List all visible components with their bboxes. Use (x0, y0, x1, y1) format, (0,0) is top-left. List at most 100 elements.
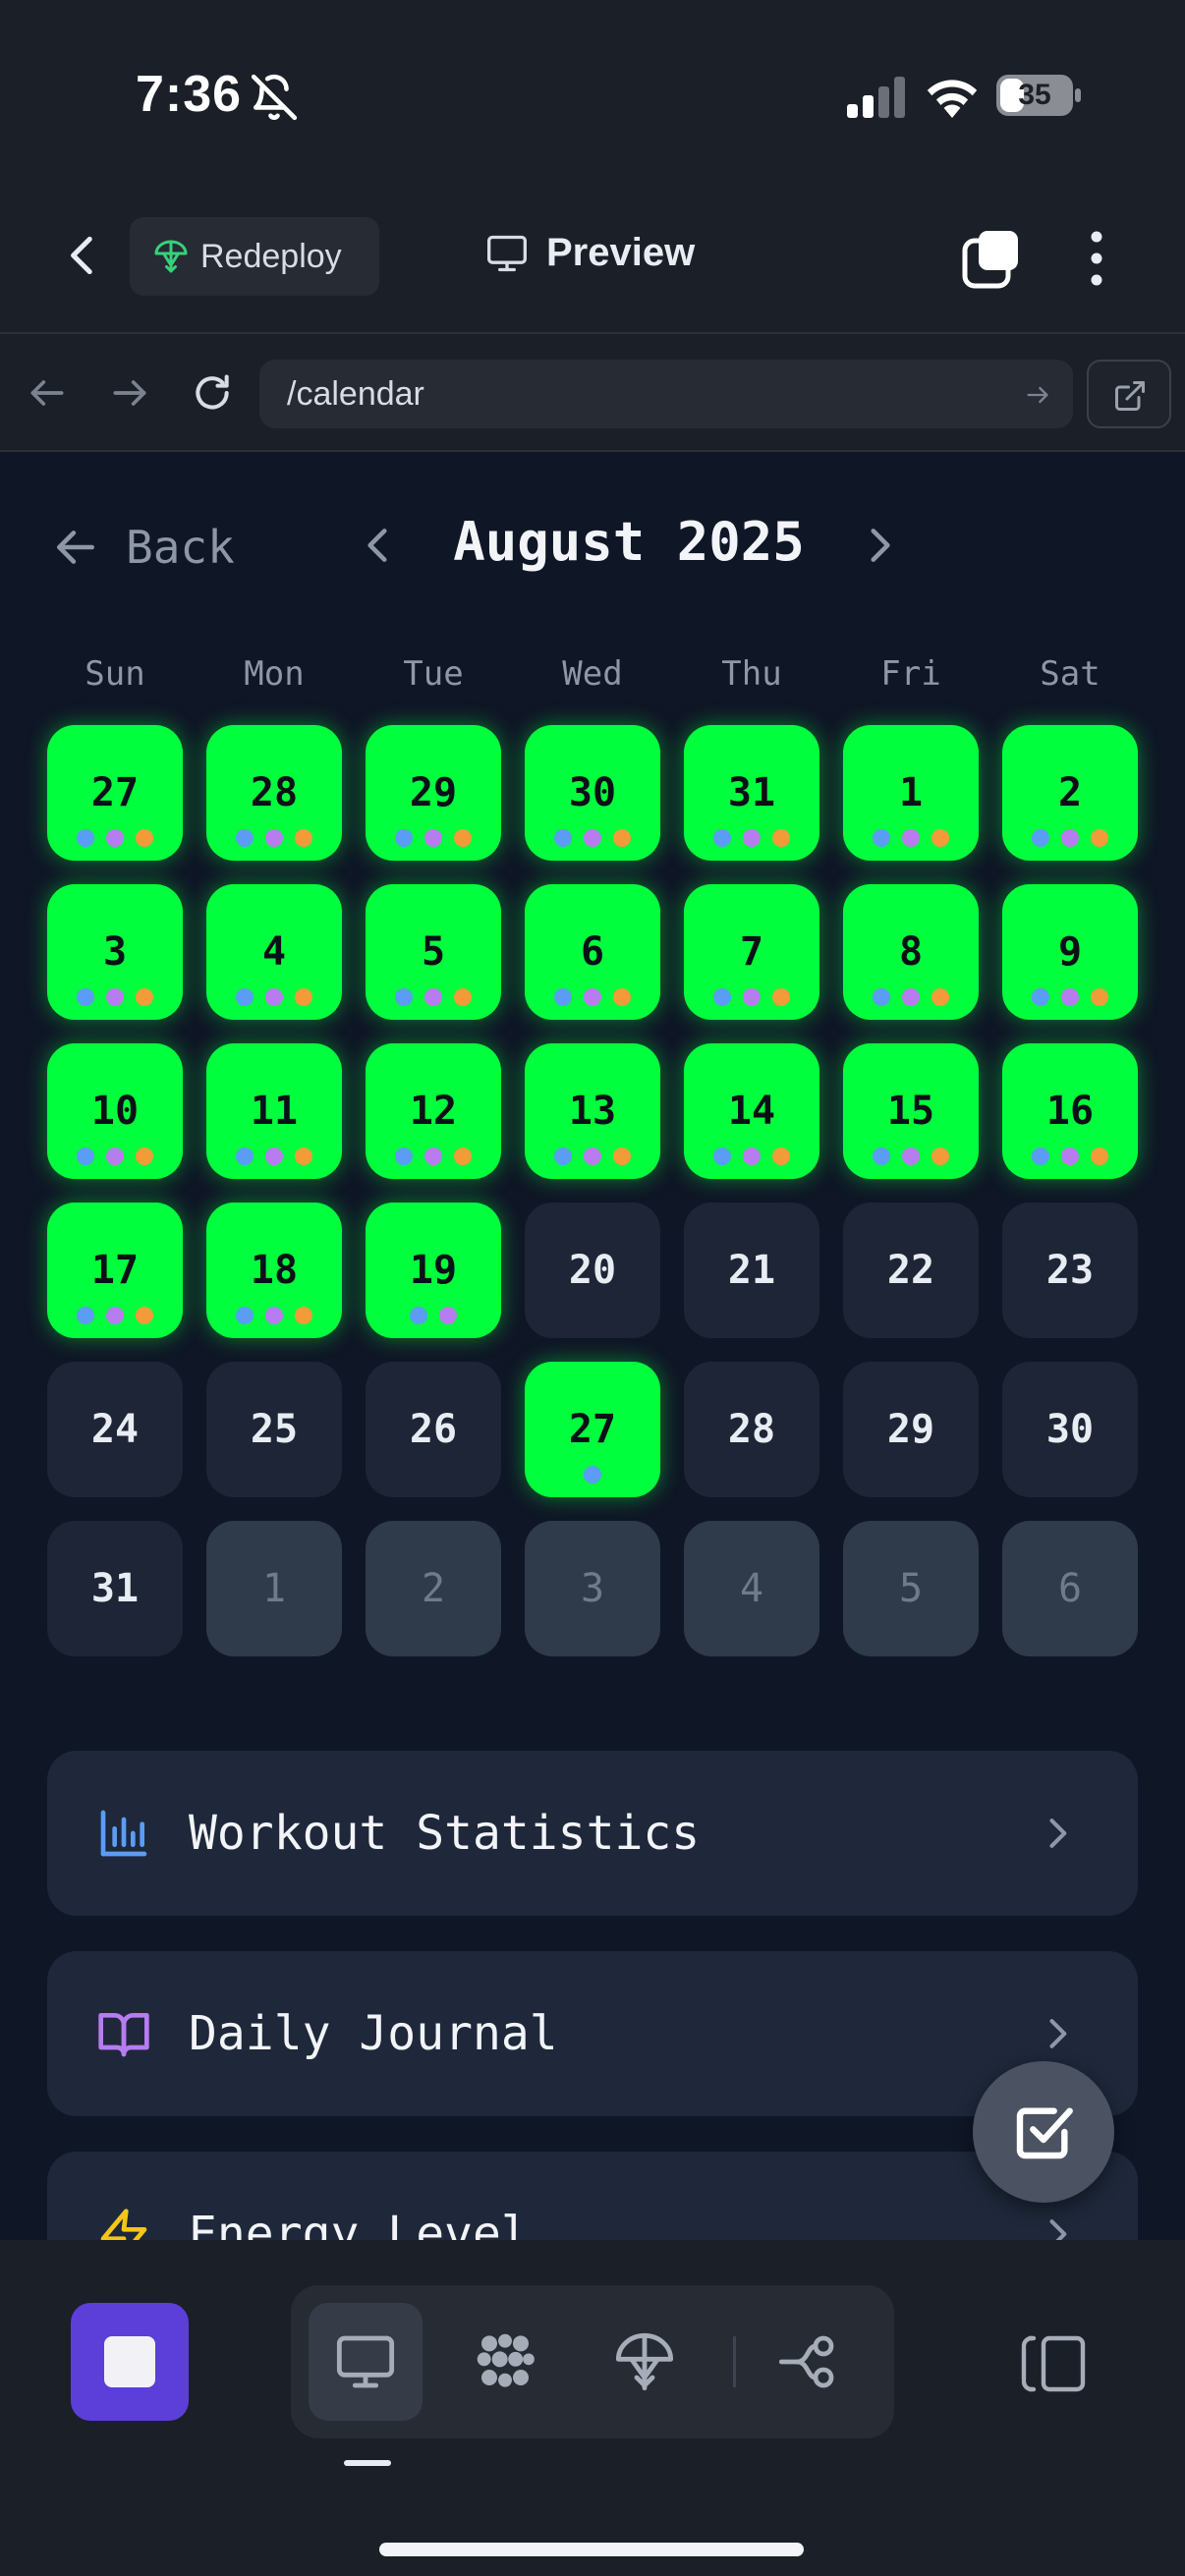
activity-dot-purple (584, 988, 601, 1006)
redeploy-button[interactable]: Redeploy (130, 217, 379, 296)
floating-action-button[interactable] (973, 2061, 1114, 2203)
activity-dots (843, 988, 979, 1006)
activity-dot-purple (439, 1307, 457, 1324)
reload-icon[interactable] (191, 371, 234, 415)
activity-dot-orange (931, 1148, 949, 1165)
calendar-grid: 27 28 29 30 31 1 2 3 4 5 6 7 8 9 10 11 12 13 14 15 16 17 18 19 2… (47, 725, 1138, 1668)
calendar-day-31[interactable]: 31 (47, 1521, 183, 1656)
calendar-day-30[interactable]: 30 (525, 725, 660, 861)
calendar-day-5[interactable]: 5 (366, 884, 501, 1020)
go-arrow-icon[interactable] (1024, 381, 1051, 409)
calendar-day-27[interactable]: 27 (525, 1362, 660, 1497)
calendar-day-12[interactable]: 12 (366, 1043, 501, 1179)
panel-toggle-icon[interactable] (1018, 2332, 1089, 2395)
previous-month-icon[interactable] (354, 521, 403, 570)
stop-button[interactable] (71, 2303, 189, 2421)
activity-dot-orange (295, 829, 312, 847)
calendar-day-24[interactable]: 24 (47, 1362, 183, 1497)
calendar-day-30[interactable]: 30 (1002, 1362, 1138, 1497)
activity-dot-orange (295, 988, 312, 1006)
activity-dot-blue (236, 829, 254, 847)
calendar-day-1[interactable]: 1 (843, 725, 979, 861)
more-vertical-icon[interactable] (1077, 227, 1116, 290)
activity-dot-blue (873, 1148, 890, 1165)
calendar-day-17[interactable]: 17 (47, 1203, 183, 1338)
calendar-day-18[interactable]: 18 (206, 1203, 342, 1338)
calendar-day-19[interactable]: 19 (366, 1203, 501, 1338)
activity-dot-blue (554, 988, 572, 1006)
activity-dot-orange (772, 1148, 790, 1165)
open-external-button[interactable] (1087, 360, 1171, 428)
activity-dots (366, 829, 501, 847)
calendar-day-29[interactable]: 29 (843, 1362, 979, 1497)
energy-level-card[interactable]: Energy Level (47, 2152, 1138, 2240)
external-link-icon (1115, 381, 1145, 411)
calendar-day-27[interactable]: 27 (47, 725, 183, 861)
calendar-day-29[interactable]: 29 (366, 725, 501, 861)
calendar-day-22[interactable]: 22 (843, 1203, 979, 1338)
calendar-day-14[interactable]: 14 (684, 1043, 819, 1179)
back-button[interactable]: Back (51, 521, 235, 574)
url-input[interactable]: /calendar (259, 360, 1073, 428)
preview-tool-button[interactable] (309, 2303, 423, 2421)
activity-dot-orange (454, 988, 472, 1006)
activity-dot-purple (265, 1148, 283, 1165)
activity-dots (47, 829, 183, 847)
activity-dots (843, 829, 979, 847)
activity-dot-blue (713, 988, 731, 1006)
calendar-day-9[interactable]: 9 (1002, 884, 1138, 1020)
calendar-day-28[interactable]: 28 (206, 725, 342, 861)
activity-dot-blue (77, 1307, 94, 1324)
calendar-day-16[interactable]: 16 (1002, 1043, 1138, 1179)
monitor-icon (336, 2335, 395, 2388)
calendar-day-3[interactable]: 3 (47, 884, 183, 1020)
calendar-day-11[interactable]: 11 (206, 1043, 342, 1179)
weekday-label: Mon (244, 654, 305, 694)
windows-icon[interactable] (961, 229, 1022, 290)
activity-dot-orange (295, 1148, 312, 1165)
browser-forward-icon[interactable] (108, 371, 151, 415)
calendar-day-28[interactable]: 28 (684, 1362, 819, 1497)
activity-dot-blue (236, 1148, 254, 1165)
browser-back-icon[interactable] (26, 371, 69, 415)
calendar-day-21[interactable]: 21 (684, 1203, 819, 1338)
calendar-day-4[interactable]: 4 (206, 884, 342, 1020)
calendar-day-next-month-5: 5 (843, 1521, 979, 1656)
activity-dots (525, 829, 660, 847)
activity-dot-orange (1091, 829, 1108, 847)
next-month-icon[interactable] (855, 521, 904, 570)
preview-tab[interactable]: Preview (485, 231, 695, 275)
calendar-day-13[interactable]: 13 (525, 1043, 660, 1179)
calendar-day-7[interactable]: 7 (684, 884, 819, 1020)
deploy-tool-button[interactable] (588, 2303, 702, 2421)
day-number: 31 (90, 1566, 140, 1611)
git-tool-button[interactable] (751, 2303, 865, 2421)
activity-dots (843, 1148, 979, 1165)
calendar-day-31[interactable]: 31 (684, 725, 819, 861)
back-chevron-icon[interactable] (59, 231, 108, 280)
calendar-day-26[interactable]: 26 (366, 1362, 501, 1497)
calendar-day-2[interactable]: 2 (1002, 725, 1138, 861)
activity-dot-orange (931, 988, 949, 1006)
activity-dot-blue (395, 829, 413, 847)
agent-tool-button[interactable] (448, 2303, 562, 2421)
calendar-day-6[interactable]: 6 (525, 884, 660, 1020)
activity-dots (525, 1466, 660, 1484)
calendar-day-8[interactable]: 8 (843, 884, 979, 1020)
activity-dot-blue (395, 1148, 413, 1165)
calendar-day-23[interactable]: 23 (1002, 1203, 1138, 1338)
calendar-day-next-month-1: 1 (206, 1521, 342, 1656)
calendar-day-25[interactable]: 25 (206, 1362, 342, 1497)
activity-dot-orange (613, 829, 631, 847)
calendar-day-15[interactable]: 15 (843, 1043, 979, 1179)
calendar-day-10[interactable]: 10 (47, 1043, 183, 1179)
activity-dots (206, 829, 342, 847)
workout-statistics-card[interactable]: Workout Statistics (47, 1751, 1138, 1916)
day-number: 4 (739, 1566, 764, 1611)
selected-tool-indicator (344, 2460, 391, 2466)
daily-journal-card[interactable]: Daily Journal (47, 1951, 1138, 2116)
activity-dot-orange (1091, 988, 1108, 1006)
calendar-day-20[interactable]: 20 (525, 1203, 660, 1338)
activity-dot-blue (395, 988, 413, 1006)
status-bar: 7:36 35 (0, 0, 1185, 192)
